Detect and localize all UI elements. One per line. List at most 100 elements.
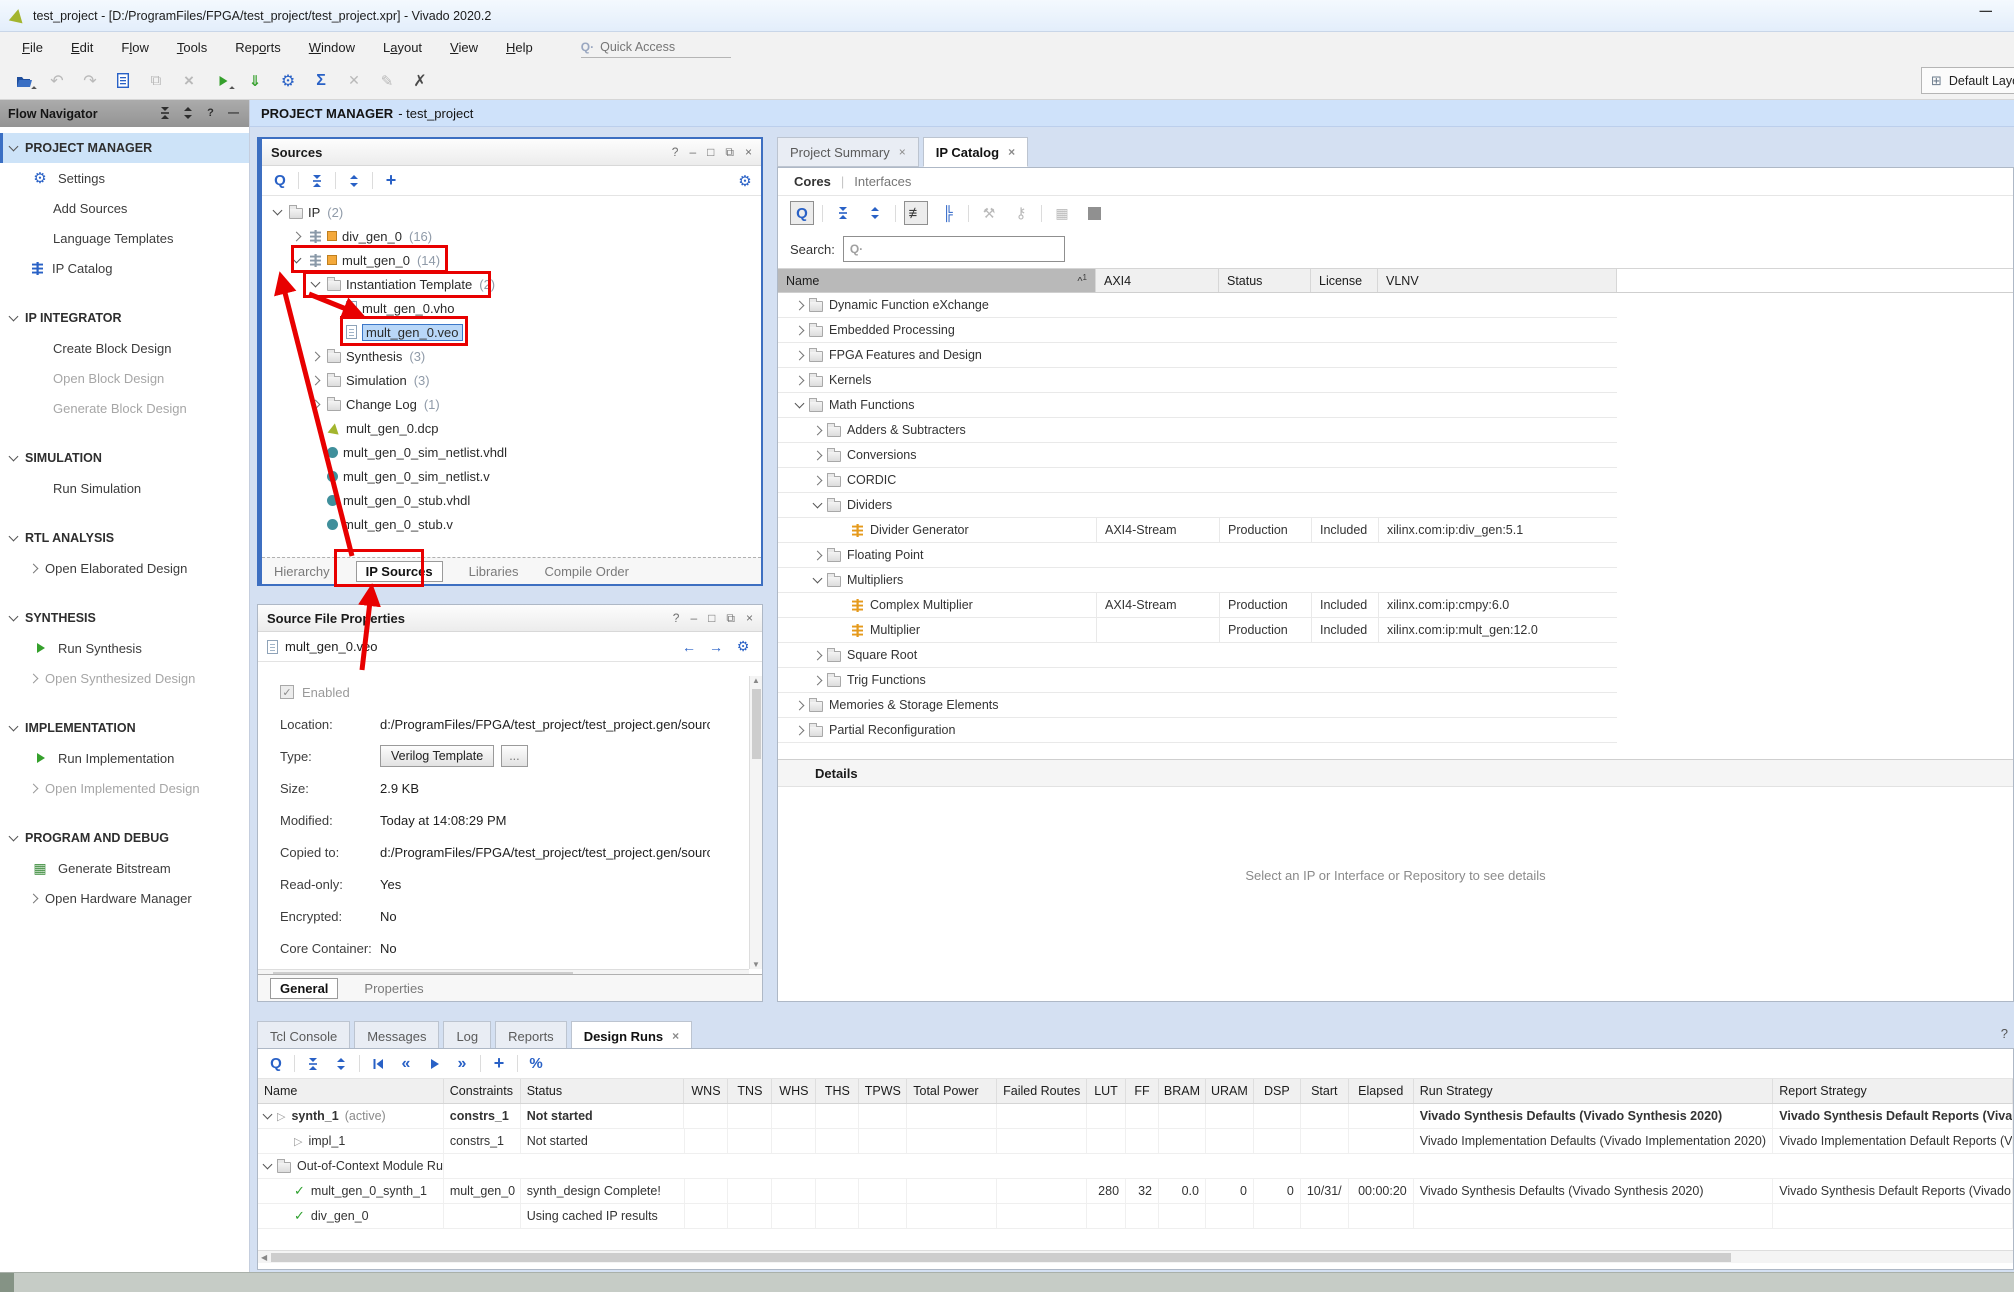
- toolbar-button-open-folder[interactable]: [12, 69, 36, 93]
- design-runs-expand-all-button[interactable]: [331, 1054, 351, 1074]
- toolbar-button-copy[interactable]: ⧉: [144, 69, 168, 93]
- column-header-ff[interactable]: FF: [1126, 1079, 1159, 1103]
- column-header-dsp[interactable]: DSP: [1254, 1079, 1301, 1103]
- back-arrow-icon[interactable]: ←: [679, 637, 699, 657]
- design-runs-play-blue-button[interactable]: [424, 1054, 444, 1074]
- design-runs-forward-button[interactable]: »: [452, 1054, 472, 1074]
- tree-item-synthesis[interactable]: Synthesis(3): [262, 344, 761, 368]
- run-row-impl-1[interactable]: ▷impl_1constrs_1Not startedVivado Implem…: [258, 1129, 2013, 1154]
- tab-general[interactable]: General: [270, 978, 338, 999]
- tab-messages[interactable]: Messages: [354, 1021, 439, 1051]
- menu-item-view[interactable]: View: [436, 36, 492, 59]
- column-header-run-strategy[interactable]: Run Strategy: [1414, 1079, 1774, 1103]
- toolbar-button-undo[interactable]: ↶: [45, 69, 69, 93]
- forward-arrow-icon[interactable]: →: [706, 637, 726, 657]
- column-header-status[interactable]: Status: [1219, 269, 1311, 292]
- tree-item-instantiation-template[interactable]: Instantiation Template(2): [262, 272, 761, 296]
- tree-item-change-log[interactable]: Change Log(1): [262, 392, 761, 416]
- flow-section-synthesis[interactable]: SYNTHESIS: [0, 603, 249, 633]
- tree-item-div-gen-0[interactable]: div_gen_0(16): [262, 224, 761, 248]
- close-button[interactable]: ×: [746, 611, 753, 626]
- column-header-ths[interactable]: THS: [816, 1079, 859, 1103]
- tree-item-ip[interactable]: IP(2): [262, 200, 761, 224]
- sources-settings-button[interactable]: ⚙: [735, 171, 755, 191]
- design-runs-add-button[interactable]: +: [489, 1054, 509, 1074]
- flow-section-project-manager[interactable]: PROJECT MANAGER: [0, 133, 249, 163]
- catalog-row-multiplier[interactable]: MultiplierProductionIncludedxilinx.com:i…: [778, 618, 1617, 643]
- toolbar-button-redo[interactable]: ↷: [78, 69, 102, 93]
- flow-item-add-sources[interactable]: Add Sources: [0, 193, 249, 223]
- tab-project-summary[interactable]: Project Summary×: [777, 137, 919, 167]
- column-header-axi4[interactable]: AXI4: [1096, 269, 1219, 292]
- column-header-total-power[interactable]: Total Power: [907, 1079, 997, 1103]
- column-header-tns[interactable]: TNS: [728, 1079, 772, 1103]
- flow-item-create-block-design[interactable]: Create Block Design: [0, 333, 249, 363]
- gear-icon[interactable]: ⚙: [733, 637, 753, 657]
- horizontal-scrollbar[interactable]: ◀: [258, 1250, 2013, 1263]
- ip-catalog-search-button[interactable]: Q: [790, 201, 814, 225]
- vertical-scrollbar[interactable]: ▲▼: [749, 676, 762, 969]
- run-row-div-gen-0[interactable]: ✓div_gen_0Using cached IP results: [258, 1204, 2013, 1229]
- subtab-interfaces[interactable]: Interfaces: [854, 174, 911, 189]
- column-header-start[interactable]: Start: [1301, 1079, 1349, 1103]
- catalog-row-dividers[interactable]: Dividers: [778, 493, 1617, 518]
- sources-collapse-all-button[interactable]: [307, 171, 327, 191]
- column-header-vlnv[interactable]: VLNV: [1378, 269, 1617, 292]
- column-header-name[interactable]: Name: [258, 1079, 444, 1103]
- column-header-failed-routes[interactable]: Failed Routes: [997, 1079, 1087, 1103]
- toolbar-button-run[interactable]: [210, 69, 234, 93]
- catalog-row-divider-generator[interactable]: Divider GeneratorAXI4-StreamProductionIn…: [778, 518, 1617, 543]
- flow-item-run-simulation[interactable]: Run Simulation: [0, 473, 249, 503]
- flow-section-simulation[interactable]: SIMULATION: [0, 443, 249, 473]
- flow-nav-collapse-all-button[interactable]: [157, 105, 172, 122]
- catalog-row-floating-point[interactable]: Floating Point: [778, 543, 1617, 568]
- flow-item-run-implementation[interactable]: Run Implementation: [0, 743, 249, 773]
- toolbar-button-abort[interactable]: ✕: [342, 69, 366, 93]
- float-button[interactable]: ⧉: [725, 145, 734, 160]
- column-header-elapsed[interactable]: Elapsed: [1349, 1079, 1414, 1103]
- help-button[interactable]: ?: [672, 145, 679, 160]
- flow-item-run-synthesis[interactable]: Run Synthesis: [0, 633, 249, 663]
- catalog-row-partial-reconfiguration[interactable]: Partial Reconfiguration: [778, 718, 1617, 743]
- tree-item-mult-gen-0-sim-netlist-vhdl[interactable]: mult_gen_0_sim_netlist.vhdl: [262, 440, 761, 464]
- quick-access-input[interactable]: [600, 40, 710, 54]
- file-type-button[interactable]: Verilog Template: [380, 745, 494, 767]
- flow-item-settings[interactable]: ⚙Settings: [0, 163, 249, 193]
- minimize-button[interactable]: –: [689, 145, 696, 160]
- tree-item-simulation[interactable]: Simulation(3): [262, 368, 761, 392]
- flow-item-open-implemented-design[interactable]: Open Implemented Design: [0, 773, 249, 803]
- column-header-lut[interactable]: LUT: [1087, 1079, 1126, 1103]
- toolbar-button-edit-pencil[interactable]: ✎: [375, 69, 399, 93]
- catalog-row-adders-subtracters[interactable]: Adders & Subtracters: [778, 418, 1617, 443]
- flow-nav-expand-all-button[interactable]: [180, 105, 195, 122]
- design-runs-search-button[interactable]: Q: [266, 1054, 286, 1074]
- ip-catalog-key-button[interactable]: ⚷: [1009, 201, 1033, 225]
- sources-expand-all-button[interactable]: [344, 171, 364, 191]
- menu-item-window[interactable]: Window: [295, 36, 369, 59]
- tree-item-mult-gen-0-veo[interactable]: mult_gen_0.veo: [262, 320, 761, 344]
- tree-item-mult-gen-0-stub-v[interactable]: mult_gen_0_stub.v: [262, 512, 761, 536]
- flow-nav-help-button[interactable]: ?: [203, 105, 218, 122]
- column-header-name[interactable]: Name^1: [778, 269, 1096, 292]
- column-header-tpws[interactable]: TPWS: [859, 1079, 907, 1103]
- tab-ip-sources[interactable]: IP Sources: [356, 561, 443, 582]
- flow-nav-minimize-button[interactable]: —: [226, 105, 241, 122]
- toolbar-button-delete-x[interactable]: ×: [177, 69, 201, 93]
- sources-add-button[interactable]: +: [381, 171, 401, 191]
- tab-reports[interactable]: Reports: [495, 1021, 567, 1051]
- flow-item-open-block-design[interactable]: Open Block Design: [0, 363, 249, 393]
- catalog-row-cordic[interactable]: CORDIC: [778, 468, 1617, 493]
- tab-compile-order[interactable]: Compile Order: [544, 564, 629, 579]
- tab-tcl-console[interactable]: Tcl Console: [257, 1021, 350, 1051]
- design-runs-skip-start-button[interactable]: [368, 1054, 388, 1074]
- window-minimize-button[interactable]: —: [1980, 4, 1993, 18]
- catalog-row-embedded-processing[interactable]: Embedded Processing: [778, 318, 1617, 343]
- tab-libraries[interactable]: Libraries: [469, 564, 519, 579]
- toolbar-button-save-document[interactable]: [111, 69, 135, 93]
- ip-catalog-hierarchy-button[interactable]: ╠: [936, 201, 960, 225]
- column-header-status[interactable]: Status: [521, 1079, 685, 1103]
- sources-search-button[interactable]: Q: [270, 171, 290, 191]
- menu-item-reports[interactable]: Reports: [221, 36, 295, 59]
- menu-item-help[interactable]: Help: [492, 36, 547, 59]
- flow-item-generate-bitstream[interactable]: ▦Generate Bitstream: [0, 853, 249, 883]
